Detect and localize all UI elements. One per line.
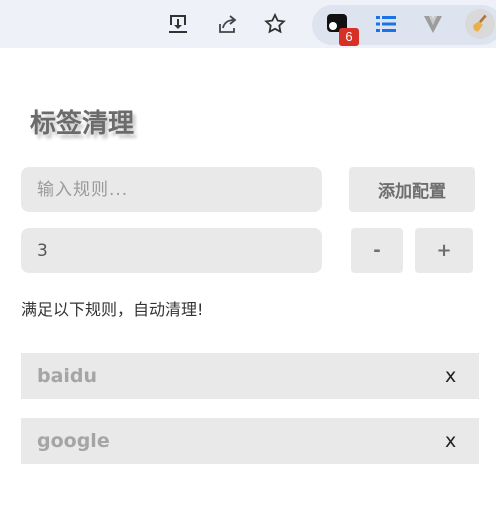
remove-rule-button[interactable]: x (445, 365, 456, 387)
install-icon[interactable] (162, 8, 194, 40)
reading-list-icon[interactable] (370, 8, 402, 40)
rule-item-baidu: baidu x (21, 353, 479, 399)
add-config-button[interactable]: 添加配置 (349, 167, 475, 212)
browser-toolbar: 6 (0, 0, 496, 48)
rule-input[interactable] (21, 167, 322, 212)
extension-badge: 6 (339, 28, 359, 46)
page-title: 标签清理 (30, 109, 135, 139)
rules-hint: 满足以下规则，自动清理! (21, 300, 204, 319)
bookmark-star-icon[interactable] (259, 8, 291, 40)
increment-button[interactable]: + (415, 228, 473, 273)
broom-icon[interactable] (464, 8, 496, 40)
share-icon[interactable] (212, 8, 244, 40)
rule-name: google (37, 430, 110, 452)
count-input[interactable] (21, 228, 322, 273)
decrement-button[interactable]: - (351, 228, 403, 273)
remove-rule-button[interactable]: x (445, 430, 456, 452)
rule-item-google: google x (21, 418, 479, 464)
rule-name: baidu (37, 365, 98, 387)
vivaldi-v-icon[interactable] (417, 8, 449, 40)
